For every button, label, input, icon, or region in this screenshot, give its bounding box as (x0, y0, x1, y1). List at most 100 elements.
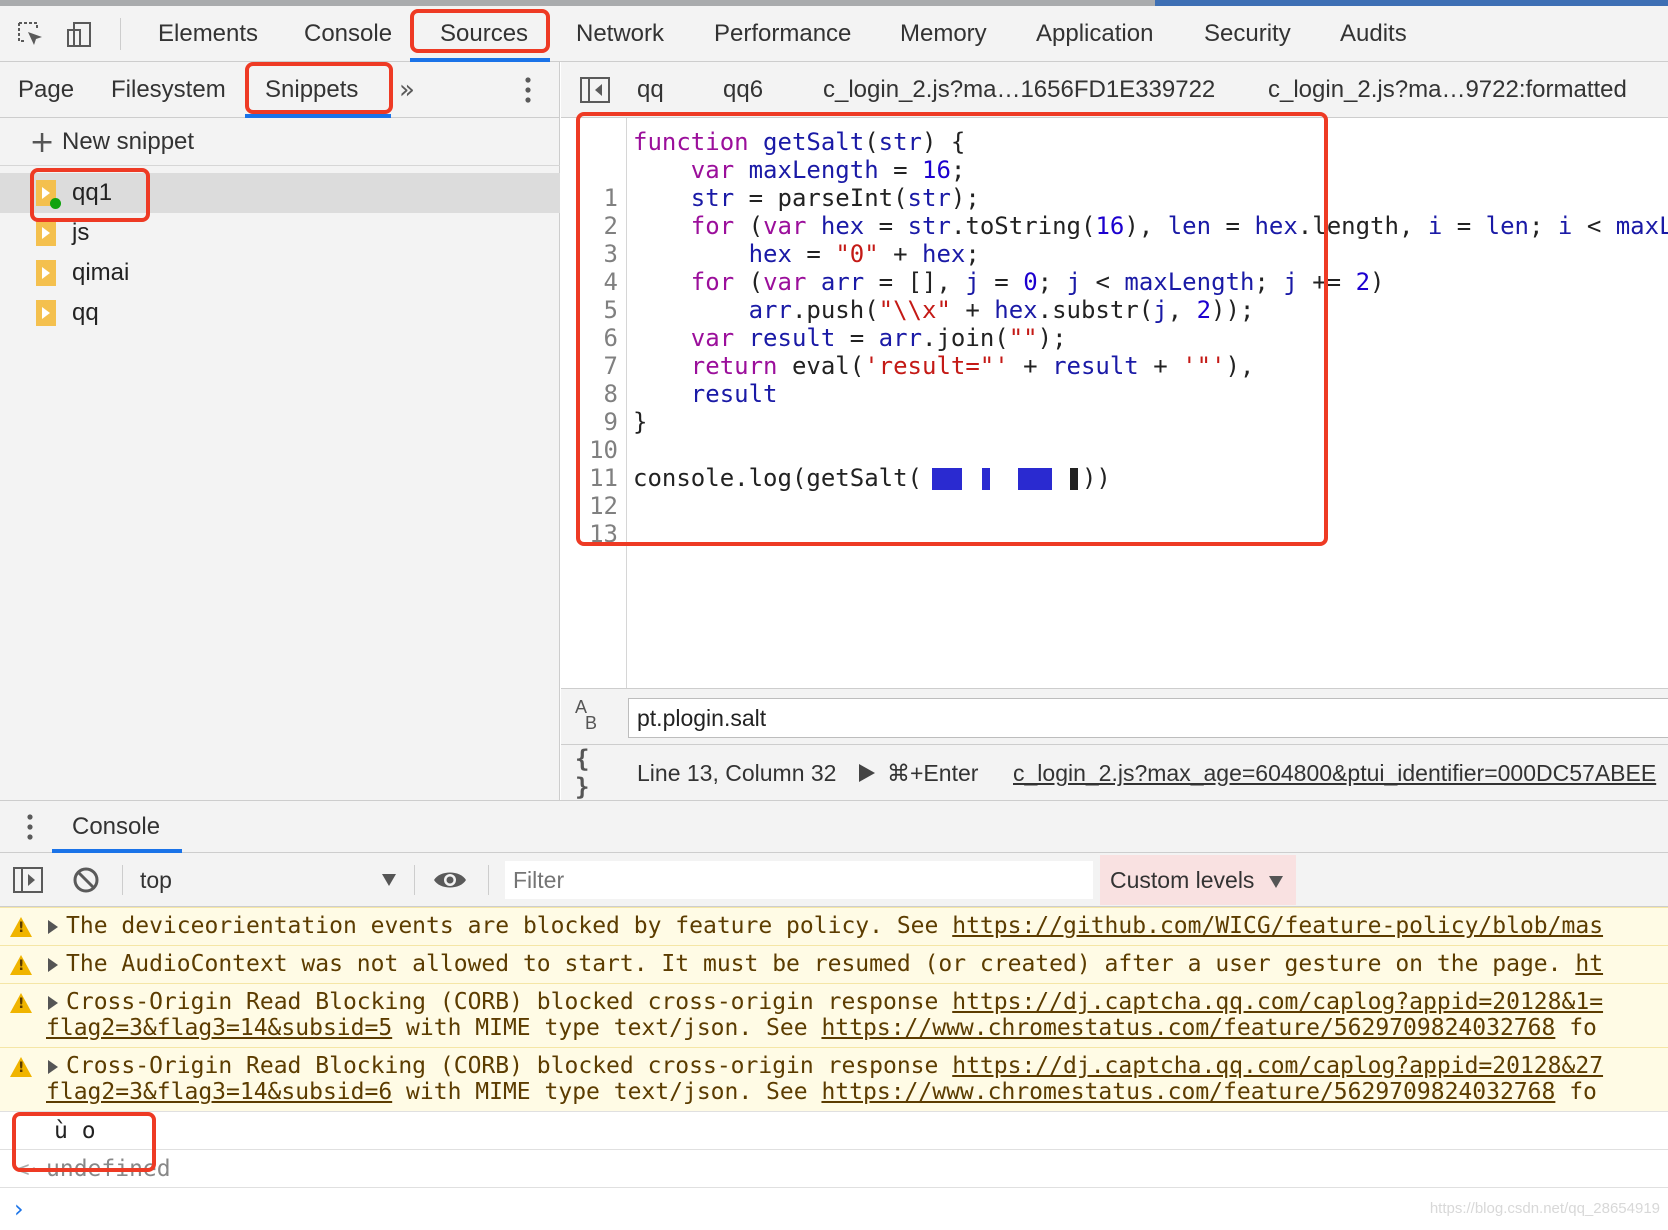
code-line: var result = arr.join(""); (690, 324, 1067, 352)
live-expression-eye-icon[interactable] (430, 865, 470, 895)
line-number-gutter: 1 2 3 4 5 6 7 8 9 10 11 12 13 (561, 118, 627, 688)
clear-console-icon[interactable] (70, 864, 102, 896)
more-tabs-chevron-icon[interactable]: » (394, 75, 420, 105)
running-dot-icon (50, 198, 61, 209)
log-levels-dropdown[interactable]: Custom levels (1100, 855, 1296, 905)
toolbar-divider (120, 18, 121, 50)
tab-security[interactable]: Security (1204, 6, 1291, 62)
tab-memory[interactable]: Memory (900, 6, 987, 62)
line-number: 11 (589, 464, 618, 492)
console-result-text: undefined (46, 1156, 171, 1182)
warning-text: The AudioContext was not allowed to star… (66, 951, 1576, 977)
warning-text: with MIME type text/json. See (392, 1079, 822, 1105)
code-line: arr.push("\\x" + hex.substr(j, 2)); (748, 296, 1255, 324)
editor-tab-qq6[interactable]: qq6 (723, 62, 763, 118)
warning-text: with MIME type text/json. See (392, 1015, 822, 1041)
code-line: hex = "0" + hex; (748, 240, 980, 268)
warning-text: fo (1555, 1015, 1597, 1041)
line-number: 4 (603, 268, 618, 296)
log-levels-label: Custom levels (1110, 867, 1255, 893)
snippet-label: qq (72, 299, 99, 326)
warning-icon (10, 1057, 32, 1077)
snippet-file-icon (36, 260, 56, 286)
code-line: str = parseInt(str); (690, 184, 980, 212)
levels-caret-icon (1268, 875, 1283, 888)
warning-link[interactable]: https://dj.captcha.qq.com/caplog?appid=2… (952, 989, 1603, 1015)
tab-performance[interactable]: Performance (714, 6, 851, 62)
console-drawer: Console top Custom levels The deviceorie… (0, 800, 1668, 1230)
console-output-text: ù o (54, 1118, 96, 1144)
snippet-item-qimai[interactable]: qimai (0, 253, 560, 293)
warning-link[interactable]: https://dj.captcha.qq.com/caplog?appid=2… (952, 1053, 1603, 1079)
warning-link[interactable]: https://www.chromestatus.com/feature/562… (821, 1015, 1555, 1041)
nav-tab-page[interactable]: Page (18, 62, 74, 118)
toolbar-divider (122, 865, 123, 895)
tab-sources[interactable]: Sources (440, 6, 528, 62)
expand-triangle-icon[interactable] (48, 996, 58, 1010)
warning-text: Cross-Origin Read Blocking (CORB) blocke… (66, 1053, 953, 1079)
tab-network[interactable]: Network (576, 6, 664, 62)
warning-icon (10, 917, 32, 937)
navigator-menu-icon[interactable] (516, 74, 540, 106)
line-number: 5 (603, 296, 618, 324)
filter-input[interactable] (505, 861, 1093, 899)
console-toolbar: top Custom levels (0, 853, 1668, 907)
warning-text-line: Cross-Origin Read Blocking (CORB) blocke… (66, 1052, 1603, 1080)
line-number: 3 (603, 240, 618, 268)
expand-triangle-icon[interactable] (48, 1060, 58, 1074)
expand-triangle-icon[interactable] (48, 958, 58, 972)
warning-text: Cross-Origin Read Blocking (CORB) blocke… (66, 989, 953, 1015)
new-snippet-label: New snippet (62, 128, 195, 155)
warning-link[interactable]: ht (1575, 951, 1603, 977)
run-snippet-icon[interactable] (859, 764, 875, 782)
tab-audits[interactable]: Audits (1340, 6, 1407, 62)
drawer-menu-icon[interactable] (18, 811, 42, 843)
match-case-icon[interactable]: A B (575, 698, 609, 735)
code-line: result (690, 380, 778, 408)
warning-link[interactable]: https://github.com/WICG/feature-policy/b… (952, 913, 1603, 939)
snippet-label: qimai (72, 259, 130, 286)
tab-application[interactable]: Application (1036, 6, 1153, 62)
code-area[interactable]: function getSalt(str) { var maxLength = … (633, 118, 1668, 688)
editor-tab-c-login[interactable]: c_login_2.js?ma…1656FD1E339722 (823, 62, 1215, 118)
code-line: for (var arr = [], j = 0; j < maxLength;… (690, 268, 1385, 296)
nav-tab-filesystem[interactable]: Filesystem (111, 62, 226, 118)
editor-tab-c-login-formatted[interactable]: c_login_2.js?ma…9722:formatted (1268, 62, 1627, 118)
context-selector[interactable]: top (140, 853, 172, 907)
editor-tab-qq[interactable]: qq (637, 62, 664, 118)
source-link[interactable]: c_login_2.js?max_age=604800&ptui_identif… (1013, 745, 1656, 801)
expand-triangle-icon[interactable] (48, 920, 58, 934)
warning-icon (10, 993, 32, 1013)
redacted-argument (921, 468, 1082, 490)
warning-text: fo (1555, 1079, 1597, 1105)
line-number: 13 (589, 520, 618, 548)
device-toolbar-icon[interactable] (62, 18, 96, 52)
tab-console[interactable]: Console (304, 6, 392, 62)
snippet-item-qq1[interactable]: qq1 (0, 173, 560, 213)
code-line: function getSalt(str) { (633, 128, 966, 156)
context-dropdown-icon[interactable] (382, 874, 396, 886)
snippet-item-qq[interactable]: qq (0, 293, 560, 333)
search-bar: A B (561, 688, 1668, 744)
nav-tab-snippets[interactable]: Snippets (265, 62, 358, 118)
prompt-chevron-icon: › (14, 1195, 24, 1223)
warning-link[interactable]: https://www.chromestatus.com/feature/562… (821, 1079, 1555, 1105)
snippet-item-js[interactable]: js (0, 213, 560, 253)
tab-elements[interactable]: Elements (158, 6, 258, 62)
console-prompt-row[interactable]: › (0, 1187, 1668, 1230)
warning-link[interactable]: flag2=3&flag3=14&subsid=5 (46, 1015, 392, 1041)
line-number: 2 (603, 212, 618, 240)
warning-text-line: Cross-Origin Read Blocking (CORB) blocke… (66, 988, 1603, 1016)
pretty-print-icon[interactable]: { } (575, 745, 611, 801)
toggle-navigator-icon[interactable] (579, 76, 611, 104)
cursor-position: Line 13, Column 32 (637, 760, 837, 786)
new-snippet-button[interactable]: + New snippet (0, 118, 560, 166)
warning-link[interactable]: flag2=3&flag3=14&subsid=6 (46, 1079, 392, 1105)
source-editor-panel: qq qq6 c_login_2.js?ma…1656FD1E339722 c_… (561, 62, 1668, 801)
console-output-row: ù o (0, 1111, 1668, 1149)
inspect-element-icon[interactable] (14, 18, 48, 52)
drawer-tab-console[interactable]: Console (72, 801, 160, 853)
sidebar-toggle-icon[interactable] (12, 864, 44, 896)
search-input[interactable] (628, 698, 1668, 738)
warning-text-line: flag2=3&flag3=14&subsid=5 with MIME type… (46, 1014, 1597, 1042)
